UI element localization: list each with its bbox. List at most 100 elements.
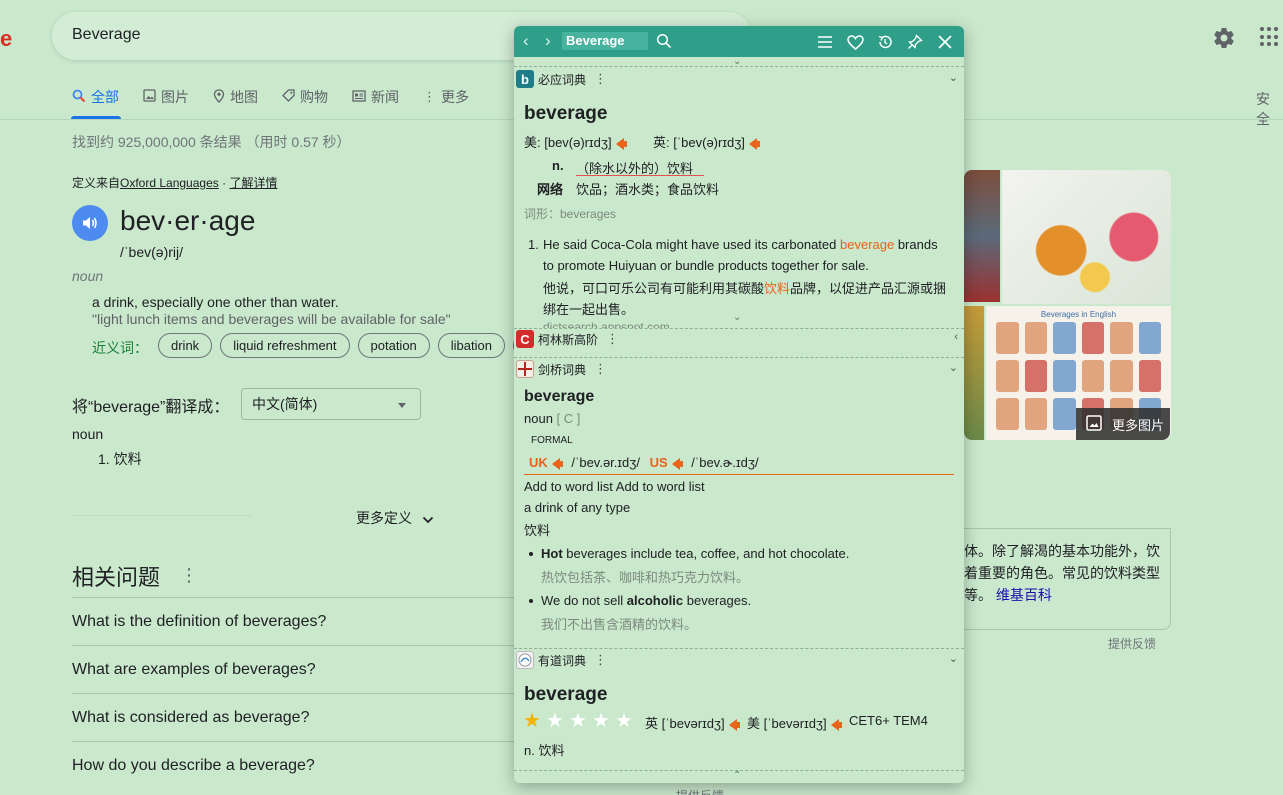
google-logo-fragment[interactable]: e — [0, 26, 12, 52]
speaker-icon[interactable] — [728, 718, 740, 731]
beverage-image[interactable] — [964, 306, 984, 440]
tab-more[interactable]: ⋮ 更多 — [423, 86, 469, 108]
popup-toolbar: ‹ › Beverage — [514, 26, 964, 57]
image-gallery[interactable]: Beverages in English — [964, 170, 1171, 440]
chevron-left-icon[interactable]: ‹ — [954, 331, 958, 343]
faq-item[interactable]: What are examples of beverages? — [72, 645, 517, 693]
faq-item[interactable]: What is considered as beverage? — [72, 693, 517, 741]
tab-label: 图片 — [161, 89, 189, 105]
pin-icon[interactable] — [905, 32, 925, 52]
bullet — [529, 552, 533, 556]
beverage-image[interactable] — [964, 170, 1000, 302]
tab-news[interactable]: 新闻 — [352, 86, 399, 108]
synonym-chips: drink liquid refreshment potation libati… — [158, 333, 547, 358]
speaker-icon[interactable] — [671, 457, 683, 470]
translation-pos: noun — [72, 426, 104, 442]
history-icon[interactable] — [875, 32, 895, 52]
bing-example-zh-2: 绑在一起出售。 — [543, 302, 635, 317]
more-vert-icon[interactable]: ⋮ — [606, 331, 619, 347]
tab-images[interactable]: 图片 — [143, 86, 189, 108]
oxford-languages-link[interactable]: Oxford Languages — [120, 176, 219, 190]
tab-maps[interactable]: 地图 — [213, 86, 258, 108]
kp-line: 体。除了解渴的基本功能外，饮 — [964, 543, 1160, 559]
dict-name: 柯林斯高阶 — [538, 332, 599, 347]
close-icon[interactable] — [935, 32, 955, 52]
settings-gear-icon[interactable] — [1212, 26, 1236, 50]
chevron-down-icon[interactable]: ⌄ — [949, 652, 958, 665]
synonym-chip[interactable]: libation — [437, 333, 505, 358]
speaker-icon[interactable] — [748, 137, 760, 150]
cambridge-headword: beverage — [524, 388, 595, 405]
youdao-dict-header[interactable]: 有道词典 ⋮ ⌄ — [514, 649, 964, 671]
pronunciation-speaker-icon[interactable] — [72, 205, 108, 241]
bing-example-num: 1. — [528, 237, 539, 252]
kp-line: 着重要的角色。常见的饮料类型 — [964, 565, 1160, 581]
youdao-uk-phonetic: 英 [ˈbevərɪdʒ] — [645, 713, 740, 732]
beverage-image[interactable] — [1002, 170, 1171, 304]
chevron-down-icon[interactable]: ⌄ — [949, 71, 958, 84]
search-icon[interactable] — [656, 33, 672, 54]
part-of-speech: noun — [72, 268, 104, 284]
menu-icon[interactable] — [815, 32, 835, 52]
popup-search-input[interactable]: Beverage — [562, 32, 648, 50]
more-vert-icon[interactable]: ⋮ — [594, 361, 607, 377]
cambridge-register: FORMAL — [531, 435, 573, 446]
image-icon — [143, 89, 156, 105]
bing-logo-icon: b — [516, 70, 534, 88]
cambridge-example-2-zh: 我们不出售含酒精的饮料。 — [541, 617, 698, 632]
bing-dict-header[interactable]: b 必应词典 ⋮ ⌄ — [514, 68, 964, 90]
faq-item[interactable]: What is the definition of beverages? — [72, 597, 517, 645]
tab-all[interactable]: 全部 — [72, 86, 119, 108]
more-vert-icon[interactable]: ⋮ — [594, 652, 607, 668]
dictionary-popup[interactable]: ‹ › Beverage ⌄ b 必应词典 ⋮ ⌄ beverage 美: [b… — [514, 26, 964, 783]
bing-pos-label: n. — [552, 158, 564, 173]
safesearch-link[interactable]: 安全 — [1256, 89, 1283, 129]
source-prefix: 定义来自 — [72, 176, 121, 190]
synonym-chip[interactable]: liquid refreshment — [220, 333, 350, 358]
chevron-down-icon[interactable]: ⌄ — [949, 361, 958, 374]
feedback-link[interactable]: 提供反馈 — [676, 787, 724, 795]
learn-more-link[interactable]: 了解详情 — [229, 176, 277, 190]
knowledge-panel-text: 体。除了解渴的基本功能外，饮 着重要的角色。常见的饮料类型 等。 维基百科 — [964, 540, 1164, 606]
chevron-down-icon — [422, 511, 434, 527]
headword: bev·er·age — [120, 205, 256, 236]
search-tabs: 全部 图片 地图 购物 新闻 ⋮ 更多 — [72, 86, 469, 108]
star-empty-icon: ★ — [569, 710, 587, 732]
bing-web-label: 网络 — [537, 182, 564, 197]
more-vert-icon[interactable]: ⋮ — [594, 71, 607, 87]
apps-grid-icon[interactable] — [1260, 27, 1280, 47]
speaker-icon[interactable] — [615, 137, 627, 150]
translate-language-select[interactable]: 中文(简体) — [241, 388, 421, 420]
search-input[interactable]: Beverage — [72, 26, 141, 44]
more-vert-icon[interactable]: ⋮ — [180, 565, 198, 586]
tag-icon — [282, 89, 295, 105]
more-definitions-label: 更多定义 — [356, 510, 412, 526]
chevron-down-icon[interactable]: ⌄ — [733, 312, 741, 323]
feedback-link[interactable]: 提供反馈 — [1108, 635, 1156, 652]
back-arrow-icon[interactable]: ‹ — [523, 31, 529, 51]
dict-name: 必应词典 — [538, 72, 587, 87]
cambridge-add-list[interactable]: Add to word list Add to word list — [524, 479, 705, 494]
forward-arrow-icon[interactable]: › — [545, 31, 551, 51]
speaker-icon[interactable] — [551, 457, 563, 470]
heart-icon[interactable] — [845, 32, 865, 52]
more-images-button[interactable]: 更多图片 — [1076, 408, 1170, 440]
wikipedia-link[interactable]: 维基百科 — [996, 587, 1052, 603]
cambridge-dict-header[interactable]: 剑桥词典 ⋮ ⌄ — [514, 358, 964, 380]
definition-source: 定义来自Oxford Languages · 了解详情 — [72, 174, 277, 191]
tab-label: 更多 — [441, 89, 469, 105]
image-icon — [1086, 414, 1102, 434]
bing-headword: beverage — [524, 103, 608, 124]
bing-example-source[interactable]: dictsearch.appspot.com — [543, 320, 670, 328]
chevron-up-icon[interactable]: ⌃ — [733, 770, 741, 781]
star-empty-icon: ★ — [546, 710, 564, 732]
tab-shopping[interactable]: 购物 — [282, 86, 328, 108]
collins-dict-header[interactable]: C 柯林斯高阶 ⋮ ‹ — [514, 328, 964, 350]
faq-item[interactable]: How do you describe a beverage? — [72, 741, 517, 789]
speaker-icon[interactable] — [830, 718, 842, 731]
synonym-chip[interactable]: potation — [357, 333, 430, 358]
synonym-chip[interactable]: drink — [158, 333, 213, 358]
more-definitions-button[interactable]: 更多定义 — [356, 508, 434, 528]
bing-us-phonetic: 美: [bev(ə)rɪdʒ] — [524, 132, 627, 151]
more-images-label: 更多图片 — [1112, 417, 1165, 433]
